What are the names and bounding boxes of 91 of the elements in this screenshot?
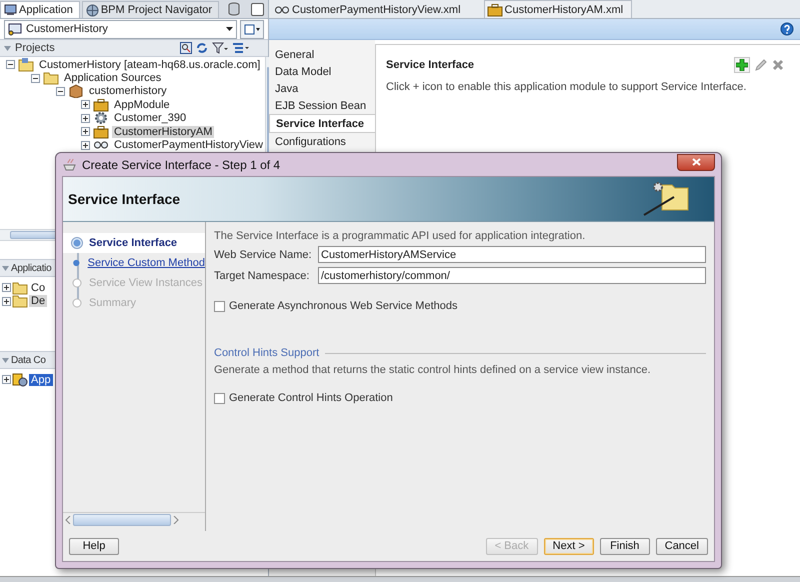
close-icon [692,158,700,166]
nav-item[interactable]: Service Interface [269,114,375,133]
globe-icon [86,4,99,16]
folder-icon [12,294,28,308]
field-label: Web Service Name: [214,248,313,260]
intro-text: The Service Interface is a programmatic API used for application integration. [214,230,586,242]
expand-icon[interactable] [81,140,90,150]
tree-item[interactable]: CustomerPaymentHistoryView [112,139,265,152]
expand-icon[interactable] [81,114,90,123]
tree-item[interactable]: Customer_390 [112,112,188,124]
gear-icon [93,111,109,126]
panel-title: Projects [15,42,55,54]
expand-icon[interactable] [81,127,90,136]
project-folder-icon [18,57,34,72]
step-marker-icon [71,237,83,249]
panel-title: Applicatio [11,262,52,274]
nav-item[interactable]: Configurations [269,133,375,150]
dropdown-caret-icon [226,27,233,31]
group-title: Control Hints Support [214,347,320,359]
scroll-left-icon[interactable] [65,516,71,524]
application-icon [8,22,22,36]
tree-item[interactable]: CustomerHistory [ateam-hq68.us.oracle.com] [37,58,262,71]
collapse-icon[interactable] [6,60,15,70]
checkbox[interactable] [214,392,225,404]
navigator-tab[interactable]: Application [0,1,80,18]
scroll-right-icon[interactable] [173,516,179,524]
panel-title: Data Co [11,354,46,366]
wizard-button[interactable]: Cancel [656,538,708,554]
tree-item[interactable]: Co [29,282,48,294]
tree-item[interactable]: App [29,374,53,386]
folder-icon [12,280,28,295]
expand-icon[interactable] [81,100,90,110]
editor-tab[interactable]: CustomerPaymentHistoryView.xml [271,0,470,18]
collapse-icon[interactable] [31,74,40,83]
tree-item[interactable]: customerhistory [87,85,169,98]
nav-item[interactable]: Data Model [269,63,375,80]
briefcase-icon [93,124,109,139]
add-button[interactable] [734,57,750,73]
wizard-button[interactable]: Finish [600,538,650,554]
nav-item[interactable]: Java [269,80,375,97]
section-title: Service Interface [386,59,474,71]
close-button[interactable] [677,154,715,170]
expand-icon[interactable] [2,375,11,384]
checkbox[interactable] [214,300,225,312]
dialog-title: Create Service Interface - Step 1 of 4 [82,158,282,172]
help-button[interactable]: Help [69,538,119,554]
help-icon[interactable] [780,22,794,36]
wizard-step[interactable]: Service Custom Method [63,253,205,273]
tree-item[interactable]: Application Sources [62,72,164,84]
application-icon [4,4,17,16]
step-marker-icon [71,257,82,269]
minimize-button[interactable] [251,3,264,16]
coffee-cup-icon [62,158,78,172]
folder-icon [43,71,59,86]
group-description: Generate a method that returns the static control hints defined on a service view instance. [214,364,652,376]
briefcase-icon [93,98,109,112]
checkbox-label: Generate Asynchronous Web Service Methods [229,300,458,312]
tree-item[interactable]: AppModule [112,98,172,111]
horizontal-scrollbar[interactable] [63,512,205,527]
refresh-icon[interactable] [196,42,208,54]
nav-item[interactable]: EJB Session Bean [269,97,375,114]
wizard-step[interactable]: Service Interface [63,233,205,253]
pencil-icon[interactable] [754,58,768,72]
text-field[interactable]: CustomerHistoryAMService [318,246,706,263]
step-marker-icon [71,297,83,309]
filter-icon[interactable] [212,42,228,54]
wizard-button[interactable]: Next > [544,538,594,554]
delete-icon[interactable] [772,59,784,71]
checkbox-label: Generate Control Hints Operation [229,392,393,404]
editor-tab[interactable]: CustomerHistoryAM.xml [484,0,632,18]
tree-item[interactable]: CustomerHistoryAM [112,126,214,138]
collapse-icon[interactable] [56,86,65,96]
window-icon [244,24,260,34]
tree-item[interactable]: De [29,295,48,308]
list-options-icon[interactable] [232,42,250,54]
field-label: Target Namespace: [214,270,310,282]
banner-title: Service Interface [68,191,182,207]
section-description: Click + icon to enable this application module to support Service Interface. [386,81,748,93]
application-menu-button[interactable] [240,20,264,38]
search-icon[interactable] [180,42,192,54]
text-field[interactable]: /customerhistory/common/ [318,267,706,284]
step-marker-icon [71,277,83,289]
expand-icon[interactable] [2,283,11,292]
expand-icon[interactable] [2,296,11,306]
navigator-tab[interactable]: BPM Project Navigator [82,1,220,18]
package-icon [68,84,84,98]
plus-icon [736,59,748,71]
application-dropdown[interactable]: CustomerHistory [4,20,237,38]
nav-item[interactable]: General [269,46,375,63]
briefcase-icon [486,2,503,16]
data-control-icon [12,372,28,387]
